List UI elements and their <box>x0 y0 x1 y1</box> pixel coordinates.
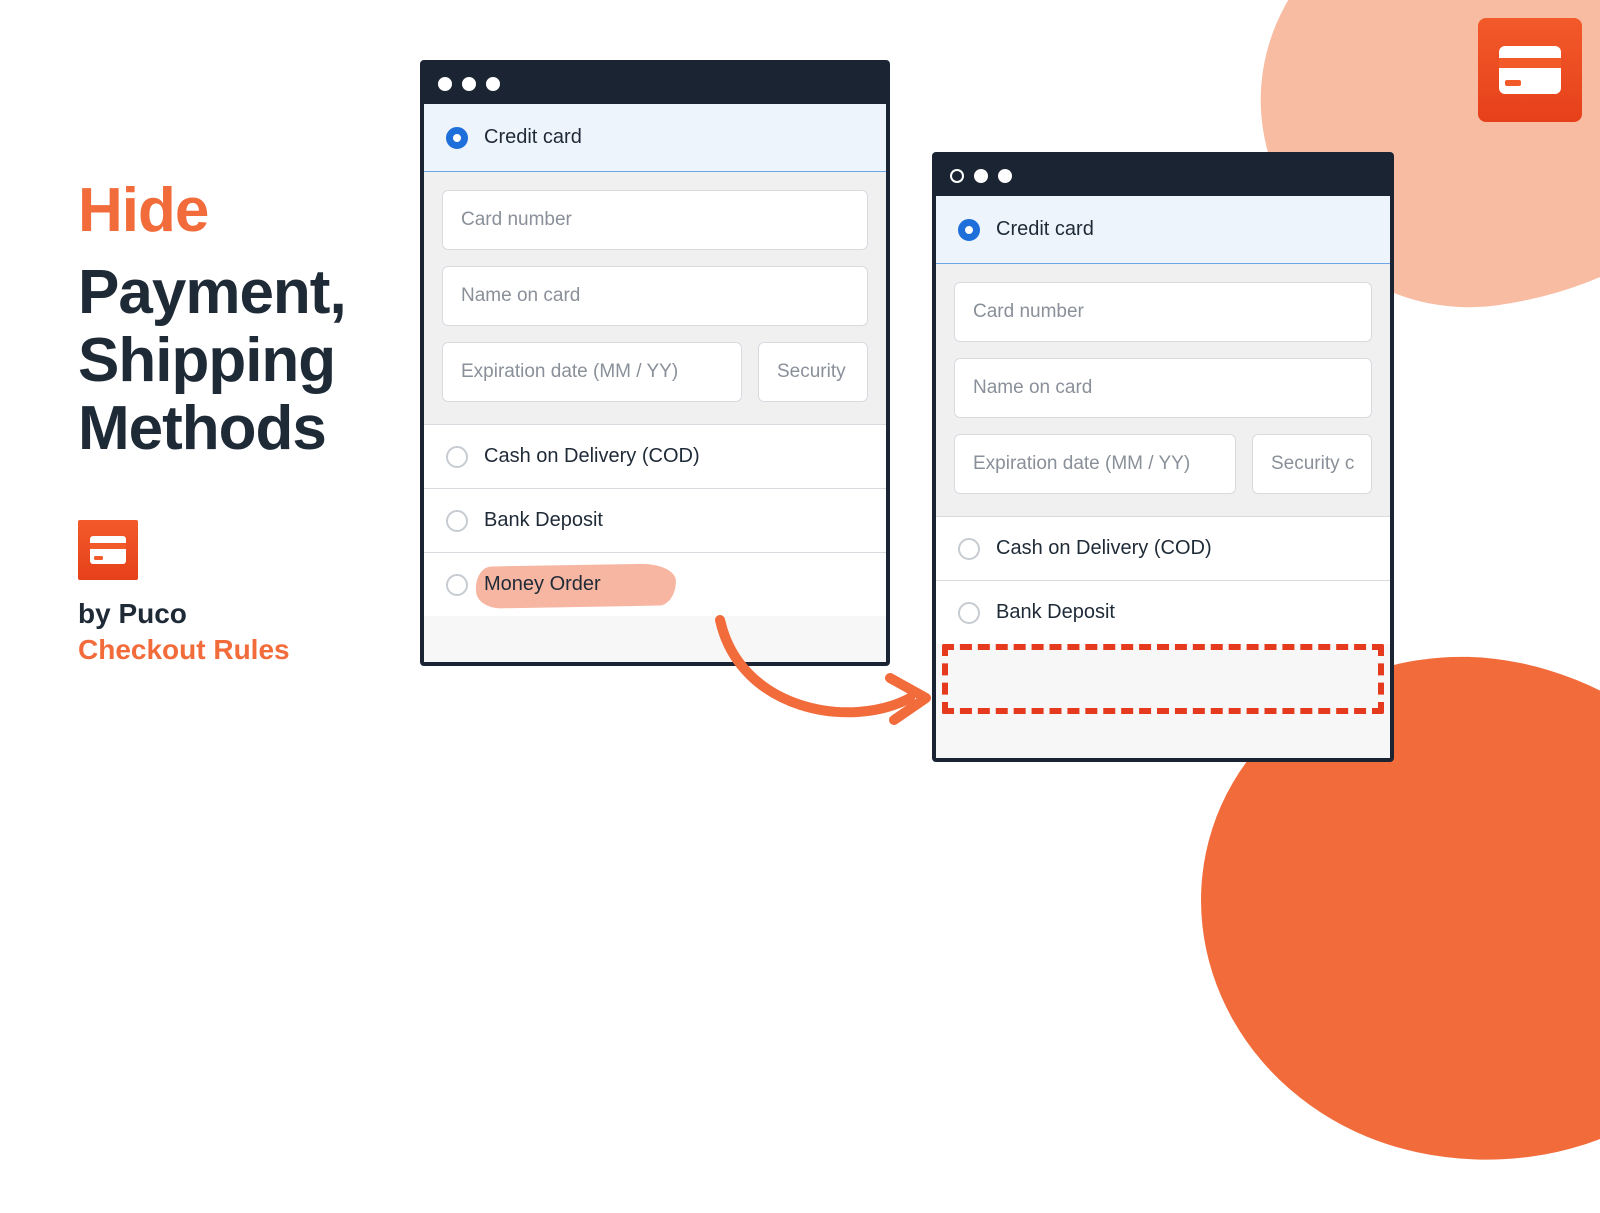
payment-option-label: Bank Deposit <box>996 601 1115 624</box>
window-titlebar <box>936 156 1390 196</box>
payment-option-bank-deposit[interactable]: Bank Deposit <box>936 580 1390 644</box>
window-dot-icon <box>438 77 452 91</box>
radio-selected-icon <box>958 219 980 241</box>
card-number-input[interactable]: Card number <box>442 190 868 250</box>
window-dot-icon <box>486 77 500 91</box>
radio-selected-icon <box>446 127 468 149</box>
payment-option-money-order[interactable]: Money Order <box>424 552 886 616</box>
credit-card-form: Card number Name on card Expiration date… <box>936 264 1390 516</box>
headline-line-1: Payment, <box>78 259 346 327</box>
window-dot-icon <box>998 169 1012 183</box>
radio-unselected-icon <box>446 446 468 468</box>
payment-option-cod[interactable]: Cash on Delivery (COD) <box>424 424 886 488</box>
payment-option-label: Cash on Delivery (COD) <box>996 537 1212 560</box>
name-on-card-input[interactable]: Name on card <box>954 358 1372 418</box>
expiration-input[interactable]: Expiration date (MM / YY) <box>954 434 1236 494</box>
radio-unselected-icon <box>446 574 468 596</box>
byline-product: Checkout Rules <box>78 634 346 666</box>
payment-option-label: Money Order <box>484 573 601 596</box>
payment-option-bank-deposit[interactable]: Bank Deposit <box>424 488 886 552</box>
payment-option-label: Credit card <box>996 218 1094 241</box>
checkout-window-before: Credit card Card number Name on card Exp… <box>420 60 890 666</box>
window-titlebar <box>424 64 886 104</box>
radio-unselected-icon <box>446 510 468 532</box>
checkout-window-after: Credit card Card number Name on card Exp… <box>932 152 1394 762</box>
payment-option-label: Cash on Delivery (COD) <box>484 445 700 468</box>
radio-unselected-icon <box>958 538 980 560</box>
headline-line-3: Methods <box>78 395 346 463</box>
payment-option-label: Bank Deposit <box>484 509 603 532</box>
payment-option-credit-card[interactable]: Credit card <box>936 196 1390 264</box>
card-number-input[interactable]: Card number <box>954 282 1372 342</box>
credit-card-icon <box>1499 46 1561 94</box>
window-dot-icon <box>462 77 476 91</box>
credit-card-icon <box>90 536 126 564</box>
headline-highlight: Hide <box>78 178 346 243</box>
security-code-input[interactable]: Security c <box>1252 434 1372 494</box>
payment-option-credit-card[interactable]: Credit card <box>424 104 886 172</box>
payment-option-cod[interactable]: Cash on Delivery (COD) <box>936 516 1390 580</box>
byline-author: by Puco <box>78 598 346 630</box>
headline-line-2: Shipping <box>78 327 346 395</box>
app-badge-topright <box>1478 18 1582 122</box>
credit-card-form: Card number Name on card Expiration date… <box>424 172 886 424</box>
removed-option-placeholder <box>942 644 1384 714</box>
radio-unselected-icon <box>958 602 980 624</box>
window-dot-icon <box>950 169 964 183</box>
app-badge-small <box>78 520 138 580</box>
payment-option-label: Credit card <box>484 126 582 149</box>
promo-text-block: Hide Payment, Shipping Methods by Puco C… <box>78 178 346 666</box>
security-code-input[interactable]: Security <box>758 342 868 402</box>
name-on-card-input[interactable]: Name on card <box>442 266 868 326</box>
window-dot-icon <box>974 169 988 183</box>
expiration-input[interactable]: Expiration date (MM / YY) <box>442 342 742 402</box>
